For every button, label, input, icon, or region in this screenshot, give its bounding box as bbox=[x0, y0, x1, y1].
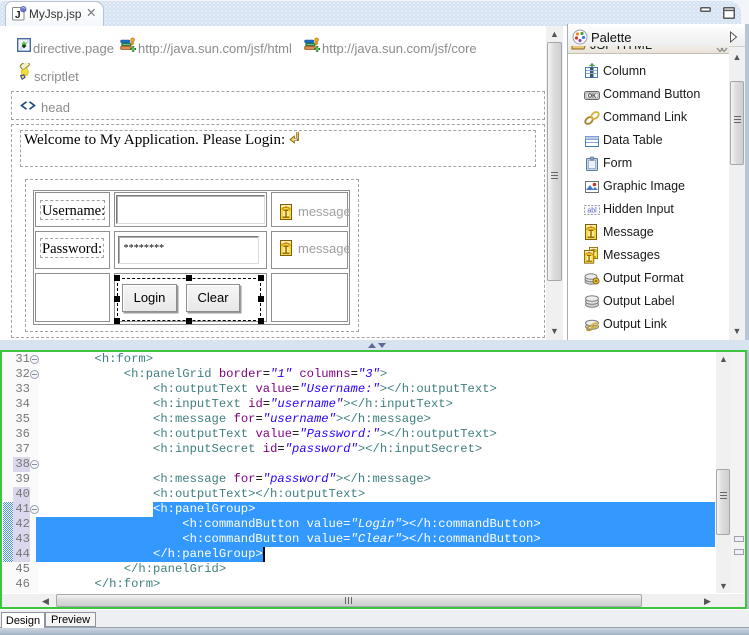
svg-text:abl: abl bbox=[587, 208, 597, 215]
svg-text:OK: OK bbox=[588, 94, 596, 100]
svg-text:J: J bbox=[15, 10, 21, 21]
